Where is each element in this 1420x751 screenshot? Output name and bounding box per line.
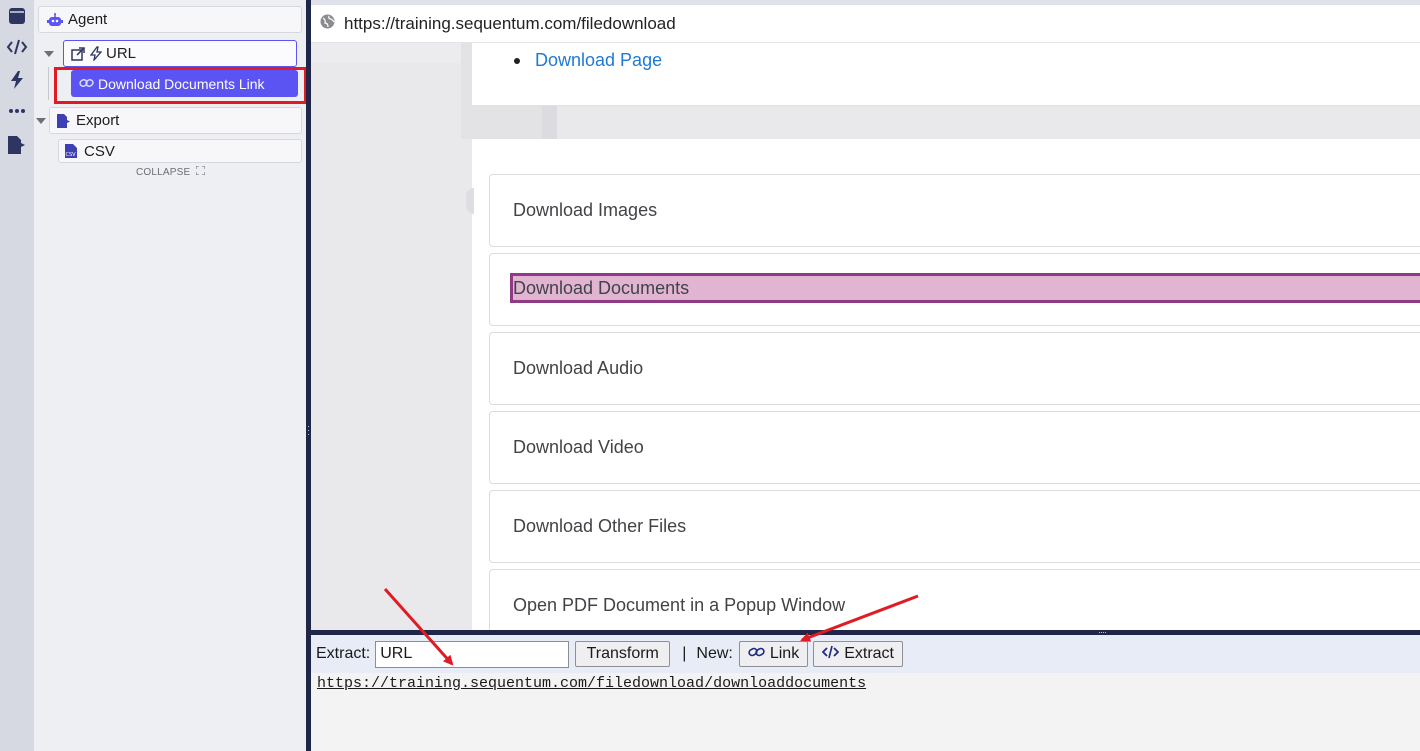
tree-node-csv[interactable]: CSV CSV bbox=[58, 139, 302, 163]
tree-guide-line bbox=[48, 67, 49, 100]
new-link-button[interactable]: Link bbox=[738, 641, 809, 667]
collapse-button[interactable]: COLLAPSE bbox=[136, 165, 206, 178]
list-item-label: Download Video bbox=[513, 437, 644, 457]
page-scroll-tab bbox=[466, 188, 474, 214]
more-icon[interactable] bbox=[6, 100, 28, 122]
transform-button-label: Transform bbox=[586, 645, 659, 662]
list-item-download-documents[interactable]: Download Documents bbox=[489, 253, 1420, 326]
address-bar[interactable]: https://training.sequentum.com/filedownl… bbox=[311, 5, 1420, 43]
extract-toolbar: Extract: Transform | New: Link Extract bbox=[311, 635, 1420, 673]
list-item-download-audio[interactable]: Download Audio bbox=[489, 332, 1420, 405]
external-link-icon bbox=[71, 46, 85, 61]
svg-text:CSV: CSV bbox=[66, 152, 77, 158]
download-page-link[interactable]: Download Page bbox=[535, 50, 662, 71]
globe-icon bbox=[320, 14, 335, 34]
link-icon bbox=[748, 645, 765, 663]
icon-rail bbox=[0, 0, 34, 751]
tree-node-export[interactable]: Export bbox=[49, 107, 302, 134]
page-top-card: Download Page bbox=[472, 43, 1420, 106]
extract-button-label: Extract bbox=[844, 645, 894, 662]
expand-caret-icon[interactable] bbox=[36, 118, 46, 124]
selected-element-highlight[interactable]: Download Documents bbox=[510, 273, 1420, 303]
list-item-open-pdf-popup[interactable]: Open PDF Document in a Popup Window bbox=[489, 569, 1420, 630]
new-label: New: bbox=[696, 645, 733, 662]
transform-button[interactable]: Transform bbox=[575, 641, 671, 667]
page-divider bbox=[542, 106, 557, 139]
code-icon bbox=[821, 645, 840, 664]
tree-node-label: URL bbox=[106, 45, 137, 62]
bolt-outline-icon bbox=[90, 46, 102, 61]
list-item-download-other-files[interactable]: Download Other Files bbox=[489, 490, 1420, 563]
list-item-label: Download Images bbox=[513, 200, 658, 220]
annotation-highlight-box bbox=[54, 67, 307, 104]
export-icon[interactable] bbox=[6, 134, 28, 156]
bolt-icon[interactable] bbox=[6, 69, 28, 91]
list-item-download-images[interactable]: Download Images bbox=[489, 174, 1420, 247]
extract-label: Extract: bbox=[316, 645, 371, 662]
robot-icon bbox=[47, 12, 63, 27]
csv-file-icon: CSV bbox=[64, 143, 78, 159]
bullet-icon bbox=[514, 57, 520, 64]
export-file-icon bbox=[55, 113, 71, 129]
code-icon[interactable] bbox=[6, 36, 28, 58]
new-extract-button[interactable]: Extract bbox=[813, 641, 903, 667]
collapse-label: COLLAPSE bbox=[136, 167, 191, 178]
tree-node-label: Export bbox=[76, 112, 120, 129]
extract-panel: Extract: Transform | New: Link Extract h… bbox=[311, 635, 1420, 751]
tree-node-label: Agent bbox=[68, 11, 108, 28]
page-gutter bbox=[311, 43, 461, 63]
toolbar-separator: | bbox=[682, 645, 687, 662]
list-item-label: Open PDF Document in a Popup Window bbox=[513, 595, 846, 615]
agent-tree-panel: Agent URL Download Documents Link Export… bbox=[34, 0, 307, 751]
tree-node-url[interactable]: URL bbox=[63, 40, 297, 67]
window-icon[interactable] bbox=[6, 5, 28, 27]
list-item-label: Download Audio bbox=[513, 358, 644, 378]
list-item-label: Download Documents bbox=[513, 277, 690, 298]
list-item-label: Download Other Files bbox=[513, 516, 687, 536]
extract-field[interactable] bbox=[375, 640, 570, 668]
link-button-label: Link bbox=[769, 645, 800, 662]
tree-node-label: CSV bbox=[84, 142, 115, 160]
expand-caret-icon[interactable] bbox=[44, 51, 54, 57]
address-url[interactable]: https://training.sequentum.com/filedownl… bbox=[344, 14, 676, 34]
list-item-download-video[interactable]: Download Video bbox=[489, 411, 1420, 484]
browser-viewport: https://training.sequentum.com/filedownl… bbox=[311, 0, 1420, 630]
expand-corners-icon bbox=[195, 165, 206, 178]
tree-node-agent[interactable]: Agent bbox=[38, 6, 302, 33]
extracted-url-result[interactable]: https://training.sequentum.com/filedownl… bbox=[317, 675, 866, 692]
